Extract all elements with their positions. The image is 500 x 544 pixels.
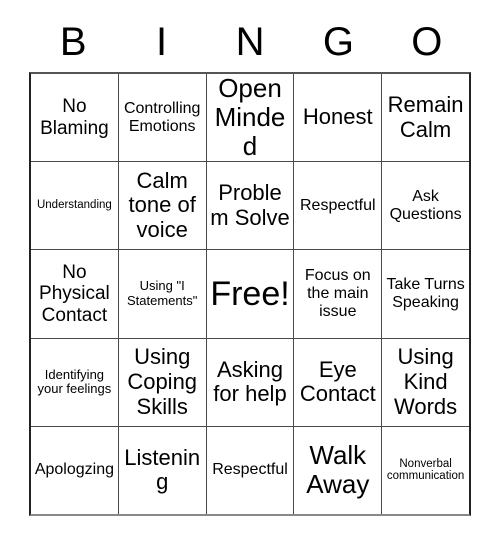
bingo-cell[interactable]: Respectful [293, 162, 381, 250]
bingo-cell[interactable]: Walk Away [293, 426, 381, 515]
bingo-cell[interactable]: Open Minded [205, 73, 294, 162]
bingo-cell[interactable]: No Blaming [31, 74, 118, 161]
bingo-cell[interactable]: Focus on the main issue [293, 250, 381, 338]
bingo-cell[interactable]: Take Turns Speaking [381, 250, 469, 338]
bingo-cell[interactable]: No Physical Contact [31, 250, 118, 337]
bingo-row: Understanding Calm tone of voice Problem… [31, 161, 469, 250]
header-letter-b: B [59, 20, 87, 64]
bingo-cell[interactable]: Asking for help [205, 338, 294, 426]
bingo-cell[interactable]: Apologzing [31, 427, 118, 514]
bingo-free-cell[interactable]: Free! [205, 250, 294, 338]
bingo-cell[interactable]: Eye Contact [293, 338, 381, 426]
bingo-card: B I N G O No Blaming Controlling Emotion… [29, 12, 471, 516]
bingo-row: No Physical Contact Using "I Statements"… [31, 249, 469, 338]
header-letter-o: O [411, 20, 443, 64]
bingo-row: Apologzing Listening Respectful Walk Awa… [31, 425, 469, 515]
bingo-cell[interactable]: Nonverbal communication [381, 426, 469, 515]
bingo-header: B I N G O [29, 12, 471, 72]
bingo-cell[interactable]: Identifying your feelings [31, 339, 118, 426]
bingo-cell[interactable]: Remain Calm [381, 74, 469, 162]
header-letter-g: G [322, 20, 354, 64]
bingo-row: Identifying your feelings Using Coping S… [31, 337, 469, 426]
bingo-cell[interactable]: Respectful [205, 426, 294, 515]
bingo-cell[interactable]: Problem Solve [205, 162, 294, 250]
bingo-cell[interactable]: Controlling Emotions [117, 74, 206, 162]
bingo-cell[interactable]: Using Kind Words [381, 338, 469, 426]
bingo-row: No Blaming Controlling Emotions Open Min… [31, 73, 469, 162]
header-letter-n: N [235, 20, 265, 64]
bingo-cell[interactable]: Using Coping Skills [117, 338, 206, 426]
bingo-cell[interactable]: Listening [117, 426, 206, 515]
bingo-cell[interactable]: Honest [293, 74, 381, 162]
bingo-cell[interactable]: Ask Questions [381, 162, 469, 250]
header-letter-i: I [156, 20, 168, 64]
bingo-cell[interactable]: Using "I Statements" [117, 250, 206, 338]
bingo-cell[interactable]: Understanding [31, 162, 118, 249]
bingo-grid: No Blaming Controlling Emotions Open Min… [29, 72, 471, 516]
bingo-cell[interactable]: Calm tone of voice [117, 162, 206, 250]
